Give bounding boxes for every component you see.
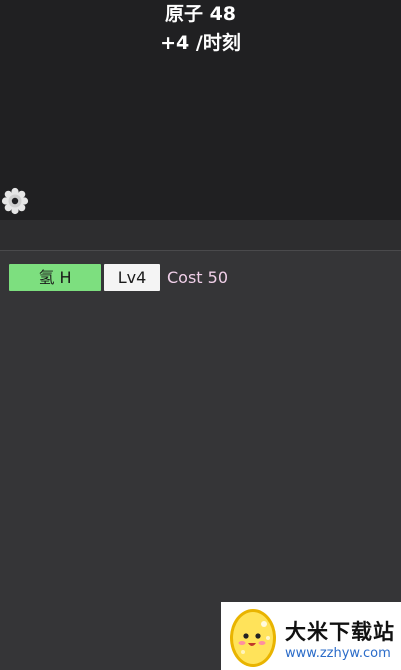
watermark-title: 大米下载站	[285, 620, 395, 644]
gear-icon	[1, 187, 29, 215]
upgrade-row: 氢 H Lv4 Cost 50	[9, 263, 228, 291]
site-watermark: 大米下载站 www.zzhyw.com	[221, 602, 401, 670]
level-upgrade-button[interactable]: Lv4	[104, 263, 160, 291]
atom-count: 原子 48	[164, 3, 237, 25]
settings-gear-icon[interactable]	[0, 186, 30, 216]
watermark-url: www.zzhyw.com	[285, 646, 391, 661]
production-rate: +4 /时刻	[160, 32, 241, 54]
egg-mascot-logo	[230, 609, 276, 667]
tab-divider	[0, 220, 401, 251]
upgrade-cost: Cost 50	[167, 267, 229, 287]
element-button-hydrogen[interactable]: 氢 H	[9, 263, 101, 291]
